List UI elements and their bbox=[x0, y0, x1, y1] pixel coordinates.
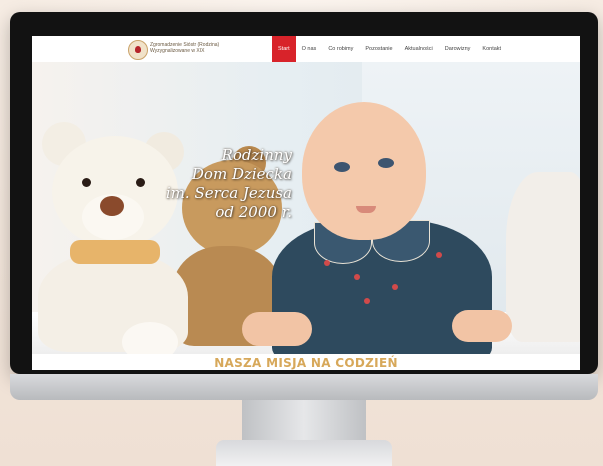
monitor: Zgromadzenie Sióstr (Rodzina) Wyzygnaliz… bbox=[10, 12, 598, 374]
teddy-bear-right-image bbox=[506, 172, 580, 342]
mission-heading: NASZA MISJA NA CODZIEŃ bbox=[214, 356, 398, 370]
monitor-stand-neck bbox=[242, 400, 366, 442]
nav-item-o-nas[interactable]: O nas bbox=[296, 36, 323, 62]
hero-banner: Rodzinny Dom Dziecka im. Serca Jezusa od… bbox=[32, 62, 580, 354]
monitor-chin bbox=[10, 374, 598, 400]
monitor-stand-foot bbox=[216, 440, 392, 466]
hero-title-line1: Rodzinny bbox=[221, 146, 292, 164]
hero-title-line3: im. Serca Jezusa bbox=[165, 184, 292, 202]
nav-item-start[interactable]: Start bbox=[272, 36, 296, 62]
main-nav: Start O nas Co robimy Pozostanie Aktualn… bbox=[272, 36, 507, 62]
mission-section: NASZA MISJA NA CODZIEŃ bbox=[32, 354, 580, 370]
hero-title: Rodzinny Dom Dziecka im. Serca Jezusa od… bbox=[142, 146, 292, 222]
org-name[interactable]: Zgromadzenie Sióstr (Rodzina) Wyzygnaliz… bbox=[150, 42, 260, 54]
site-header: Zgromadzenie Sióstr (Rodzina) Wyzygnaliz… bbox=[32, 36, 580, 63]
hero-title-line4: od 2000 r. bbox=[215, 203, 292, 221]
nav-item-darowizny[interactable]: Darowizny bbox=[439, 36, 477, 62]
baby-image bbox=[242, 102, 512, 354]
heart-logo-icon[interactable] bbox=[128, 40, 148, 60]
nav-item-pozostanie[interactable]: Pozostanie bbox=[359, 36, 398, 62]
nav-item-co-robimy[interactable]: Co robimy bbox=[322, 36, 359, 62]
nav-item-aktualnosci[interactable]: Aktualności bbox=[399, 36, 439, 62]
org-name-line2: Wyzygnalizowane w XIX bbox=[150, 48, 205, 54]
hero-title-line2: Dom Dziecka bbox=[191, 165, 292, 183]
website-screen: Zgromadzenie Sióstr (Rodzina) Wyzygnaliz… bbox=[32, 36, 580, 370]
nav-item-kontakt[interactable]: Kontakt bbox=[476, 36, 507, 62]
